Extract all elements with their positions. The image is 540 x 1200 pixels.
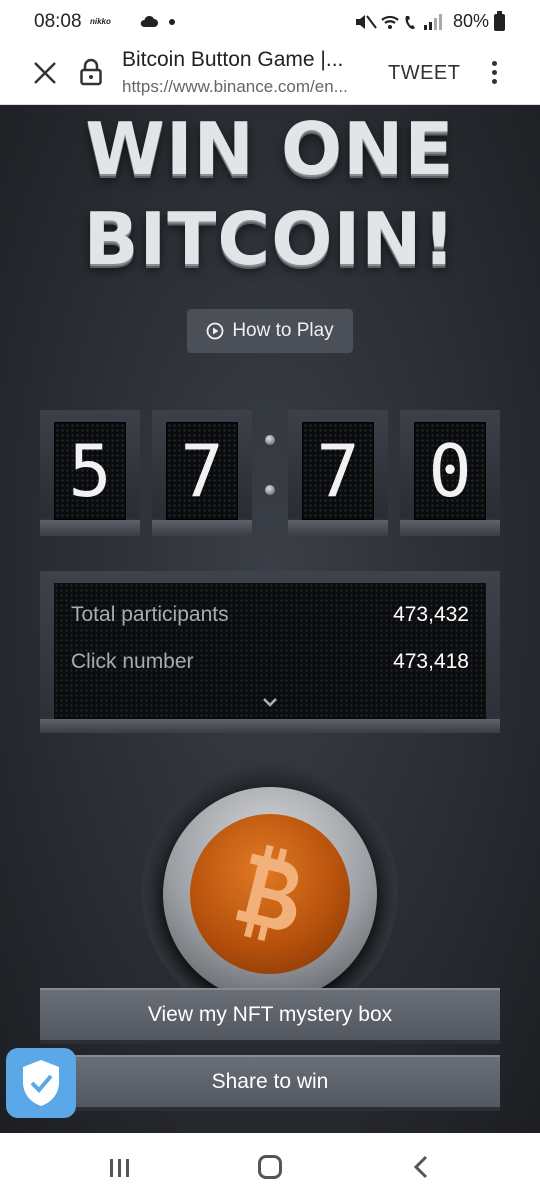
how-to-play-button[interactable]: How to Play bbox=[187, 309, 353, 353]
view-nft-label: View my NFT mystery box bbox=[147, 1003, 393, 1026]
more-icon[interactable] bbox=[484, 58, 504, 88]
timer-digit-value: 7 bbox=[166, 422, 238, 520]
headline-line-1: WIN ONE bbox=[85, 107, 455, 191]
timer-digit-value: 5 bbox=[54, 422, 126, 520]
view-nft-mystery-box-button[interactable]: View my NFT mystery box bbox=[40, 988, 500, 1044]
bitcoin-press-button[interactable] bbox=[190, 814, 350, 974]
bitcoin-icon bbox=[235, 844, 299, 942]
stat-value: 473,418 bbox=[393, 650, 469, 673]
page-title: Bitcoin Button Game |... bbox=[122, 48, 344, 71]
timer-digit-value: 7 bbox=[302, 422, 374, 520]
browser-toolbar: Bitcoin Button Game |... https://www.bin… bbox=[0, 44, 540, 105]
stats-display: Total participants 473,432 Click number … bbox=[54, 583, 486, 719]
game-area: WIN ONE BITCOIN! How to Play 5 7 7 0 Tot… bbox=[0, 105, 540, 1133]
notification-dot bbox=[169, 19, 175, 25]
share-to-win-button[interactable]: Share to win bbox=[40, 1055, 500, 1111]
timer-colon-dot bbox=[265, 485, 275, 495]
recent-apps-icon[interactable] bbox=[107, 1157, 133, 1179]
timer-digit: 7 bbox=[288, 410, 388, 536]
call-icon bbox=[405, 16, 415, 29]
timer-digit: 5 bbox=[40, 410, 140, 536]
headline-line-2: BITCOIN! bbox=[83, 197, 457, 281]
page-url[interactable]: https://www.binance.com/en... bbox=[122, 77, 372, 97]
status-icons bbox=[356, 14, 442, 30]
mute-icon bbox=[356, 15, 377, 29]
status-bar: 08:08 nikko 80% bbox=[0, 0, 540, 44]
home-icon[interactable] bbox=[258, 1155, 282, 1179]
carrier-logo: nikko bbox=[90, 17, 111, 26]
back-icon[interactable] bbox=[410, 1154, 432, 1180]
stats-panel: Total participants 473,432 Click number … bbox=[40, 571, 500, 733]
stat-row-participants: Total participants 473,432 bbox=[71, 603, 469, 627]
security-shield-badge[interactable] bbox=[6, 1048, 76, 1118]
play-circle-icon bbox=[206, 322, 224, 340]
share-label: Share to win bbox=[211, 1070, 329, 1093]
tweet-button[interactable]: TWEET bbox=[388, 62, 461, 85]
battery-percent: 80% bbox=[453, 11, 490, 31]
shield-check-icon bbox=[23, 1060, 59, 1106]
battery-icon bbox=[494, 11, 505, 31]
timer-digit: 7 bbox=[152, 410, 252, 536]
stat-row-click-number: Click number 473,418 bbox=[71, 650, 469, 674]
signal-icon bbox=[424, 14, 442, 30]
stat-value: 473,432 bbox=[393, 603, 469, 626]
wifi-icon bbox=[381, 15, 399, 29]
timer-digit-value: 0 bbox=[414, 422, 486, 520]
stat-label: Click number bbox=[71, 650, 194, 673]
system-nav-bar bbox=[0, 1133, 540, 1200]
status-time: 08:08 bbox=[34, 11, 82, 32]
how-to-play-label: How to Play bbox=[232, 320, 334, 341]
cloud-icon bbox=[140, 15, 158, 27]
close-icon[interactable] bbox=[28, 56, 62, 90]
timer-colon-dot bbox=[265, 435, 275, 445]
lock-icon[interactable] bbox=[79, 58, 103, 86]
chevron-down-icon[interactable] bbox=[260, 695, 280, 709]
stat-label: Total participants bbox=[71, 603, 229, 626]
timer-digit: 0 bbox=[400, 410, 500, 536]
